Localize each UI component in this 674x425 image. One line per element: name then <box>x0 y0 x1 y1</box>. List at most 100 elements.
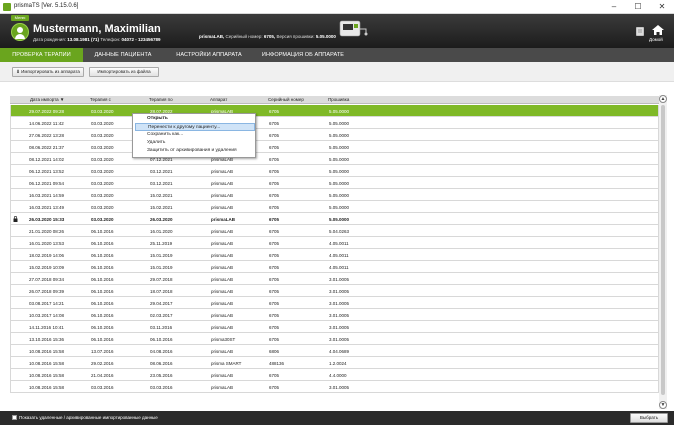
table-row[interactable]: 21.01.2020 08:26 06.10.2016 16.01.2020 pris… <box>10 225 659 237</box>
cell-therapy-to: 03.11.2016 <box>150 325 173 330</box>
table-row[interactable]: 10.03.2017 14:08 06.10.2016 02.03.2017 pris… <box>10 309 659 321</box>
show-deleted-checkbox[interactable] <box>12 415 17 420</box>
cell-device: prisma SMART <box>211 361 242 366</box>
cell-serial: 6705 <box>269 217 280 222</box>
cell-firmware: 3.01.0005 <box>329 337 350 342</box>
import-from-file-button[interactable]: Импортировать из файла <box>89 67 159 77</box>
device-name: prismaLAB, <box>199 34 225 39</box>
select-button[interactable]: Выбрать <box>630 413 668 423</box>
scroll-thumb[interactable] <box>661 105 665 395</box>
firmware-label: Версия прошивки: <box>276 34 315 39</box>
home-icon[interactable] <box>651 24 665 36</box>
minimize-button[interactable]: – <box>603 1 625 12</box>
col-firmware[interactable]: Прошивка <box>328 97 349 102</box>
table-row[interactable]: 10.08.2016 15:58 21.04.2016 23.05.2016 pris… <box>10 369 659 381</box>
table-row[interactable]: 27.07.2018 09:34 06.10.2016 29.07.2018 pris… <box>10 273 659 285</box>
menu-item-protect[interactable]: Защитить от архивирования и удаления <box>135 147 255 155</box>
cell-import-date: 10.08.2016 15:58 <box>29 349 65 354</box>
cell-therapy-to: 25.11.2019 <box>150 241 173 246</box>
cell-therapy-to: 15.01.2019 <box>150 253 173 258</box>
device-info: prismaLAB, Серийный номер: 6705, Версия … <box>199 34 336 39</box>
cell-therapy-to: 03.12.2021 <box>150 169 173 174</box>
import-from-device-button[interactable]: ⬇ Импортировать из аппарата <box>12 67 84 77</box>
col-device[interactable]: Аппарат <box>210 97 227 102</box>
cell-device: prismaLAB <box>211 349 234 354</box>
menu-item-move-to-patient[interactable]: Перенести к другому пациенту... <box>135 123 255 131</box>
cell-therapy-to: 15.01.2019 <box>150 265 173 270</box>
cell-import-date: 16.03.2021 14:59 <box>29 193 65 198</box>
cell-serial: 6705 <box>269 181 280 186</box>
table-row[interactable]: 16.01.2020 13:53 06.10.2016 25.11.2019 pris… <box>10 237 659 249</box>
table-body: 29.07.2022 09:28 03.03.2020 28.07.2022 pris… <box>10 105 659 393</box>
cell-firmware: 5.05.0000 <box>329 181 350 186</box>
table-row[interactable]: 10.08.2016 15:58 29.02.2016 08.06.2016 pris… <box>10 357 659 369</box>
table-row[interactable]: 16.03.2021 13:49 03.03.2020 15.02.2021 pris… <box>10 201 659 213</box>
patient-name: Mustermann, Maximilian <box>33 23 161 35</box>
table-row[interactable]: 08.12.2021 14:02 03.03.2020 07.12.2021 pris… <box>10 153 659 165</box>
table-row[interactable]: 15.02.2019 10:09 06.10.2016 15.01.2019 pris… <box>10 261 659 273</box>
device-icon <box>339 20 368 37</box>
cell-device: prismaLAB <box>211 169 234 174</box>
col-serial[interactable]: Серийный номер <box>268 97 304 102</box>
cell-firmware: 3.01.0005 <box>329 313 350 318</box>
cell-import-date: 26.07.2018 09:39 <box>29 289 65 294</box>
cell-import-date: 29.07.2022 09:28 <box>29 109 65 114</box>
col-therapy-to[interactable]: Терапия по <box>149 97 173 102</box>
cell-serial: 6705 <box>269 133 280 138</box>
show-deleted-label[interactable]: Показать удаленные / архивированные импо… <box>19 415 158 420</box>
table-row[interactable]: 26.03.2020 15:33 03.03.2020 26.03.2020 pris… <box>10 213 659 225</box>
cell-device: prismaLAB <box>211 313 234 318</box>
cell-therapy-to: 26.03.2020 <box>150 217 173 222</box>
maximize-button[interactable]: ☐ <box>627 1 649 12</box>
toolbar: ⬇ Импортировать из аппарата Импортироват… <box>0 62 674 82</box>
manual-icon[interactable] <box>636 27 644 36</box>
cell-firmware: 4.04.0689 <box>329 349 350 354</box>
table-row[interactable]: 03.08.2017 14:21 06.10.2016 29.04.2017 pris… <box>10 297 659 309</box>
vertical-scrollbar[interactable]: ▲ ▼ <box>659 95 667 409</box>
table-row[interactable]: 10.08.2016 15:58 03.03.2016 03.03.2016 pris… <box>10 381 659 393</box>
table-row[interactable]: 06.12.2021 09:54 03.03.2020 03.12.2021 pris… <box>10 177 659 189</box>
col-import-date[interactable]: Дата импорта ▼ <box>30 97 64 102</box>
tab-therapy-review[interactable]: ПРОВЕРКА ТЕРАПИИ <box>0 48 83 62</box>
cell-import-date: 10.08.2016 15:58 <box>29 373 65 378</box>
cell-therapy-to: 29.04.2017 <box>150 301 173 306</box>
table-row[interactable]: 16.03.2021 14:59 03.03.2020 15.02.2021 pris… <box>10 189 659 201</box>
table-row[interactable]: 26.07.2018 09:39 06.10.2016 18.07.2018 pris… <box>10 285 659 297</box>
tab-device-settings[interactable]: НАСТРОЙКИ АППАРАТА <box>171 48 247 62</box>
table-row[interactable]: 08.06.2022 21:3703.03.202007.06.2022pris… <box>10 141 659 153</box>
window-title: prismaTS [Ver. 5.15.0.6] <box>14 3 79 9</box>
cell-firmware: 4.05.0011 <box>329 265 349 270</box>
table-row[interactable]: 10.08.2016 15:58 13.07.2016 04.08.2016 pris… <box>10 345 659 357</box>
cell-import-date: 15.02.2019 10:09 <box>29 265 65 270</box>
import-table: Дата импорта ▼ Терапия с Терапия по Аппа… <box>10 96 659 409</box>
cell-import-date: 16.01.2020 13:53 <box>29 241 65 246</box>
firmware-value: 5.05.0000 <box>315 34 336 39</box>
home-label[interactable]: Домой <box>649 37 663 42</box>
table-row[interactable]: 14.06.2022 11:4203.03.202013.06.2022pris… <box>10 117 659 129</box>
cell-therapy-from: 03.03.2020 <box>91 217 114 222</box>
cell-firmware: 5.05.0000 <box>329 121 350 126</box>
scroll-down-icon[interactable]: ▼ <box>659 401 667 409</box>
tab-patient-data[interactable]: ДАННЫЕ ПАЦИЕНТА <box>88 48 158 62</box>
cell-firmware: 3.01.0005 <box>329 325 350 330</box>
cell-import-date: 13.10.2016 15:36 <box>29 337 65 342</box>
col-therapy-from[interactable]: Терапия с <box>90 97 111 102</box>
table-row[interactable]: 27.06.2022 13:2803.03.202026.06.2022pris… <box>10 129 659 141</box>
table-row[interactable]: 14.11.2016 10:41 06.10.2016 03.11.2016 pris… <box>10 321 659 333</box>
cell-therapy-from: 21.04.2016 <box>91 373 114 378</box>
tab-device-info[interactable]: ИНФОРМАЦИЯ ОБ АППАРАТЕ <box>258 48 348 62</box>
table-row[interactable]: 29.07.2022 09:28 03.03.2020 28.07.2022 pris… <box>10 105 659 117</box>
menu-button[interactable]: Меню <box>11 15 29 21</box>
close-button[interactable]: ✕ <box>651 1 673 12</box>
cell-serial: 6705 <box>269 373 280 378</box>
table-row[interactable]: 18.02.2019 14:06 06.10.2016 15.01.2019 pris… <box>10 249 659 261</box>
table-row[interactable]: 06.12.2021 13:52 03.03.2020 03.12.2021 pris… <box>10 165 659 177</box>
menu-item-save-as[interactable]: Сохранить как... <box>135 131 255 139</box>
menu-item-open[interactable]: Открыть <box>135 115 255 123</box>
scroll-up-icon[interactable]: ▲ <box>659 95 667 103</box>
cell-therapy-to: 23.05.2016 <box>150 373 173 378</box>
cell-firmware: 5.05.0000 <box>329 205 350 210</box>
cell-import-date: 16.03.2021 13:49 <box>29 205 65 210</box>
menu-item-delete[interactable]: Удалить <box>135 139 255 147</box>
table-row[interactable]: 13.10.2016 15:36 06.10.2016 06.10.2016 pris… <box>10 333 659 345</box>
